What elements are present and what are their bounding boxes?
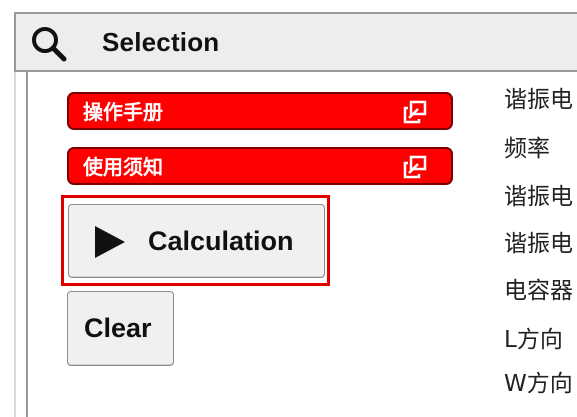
panel-outer-border [14, 72, 16, 417]
search-icon[interactable] [28, 24, 72, 64]
notice-link-button[interactable]: 使用须知 [67, 147, 453, 185]
panel-inner-border [26, 72, 28, 417]
panel-title: Selection [102, 27, 220, 57]
manual-link-label: 操作手册 [83, 100, 163, 124]
property-label: W方向 [504, 371, 573, 397]
property-label: 谐振电 [504, 87, 573, 113]
property-label: 频率 [504, 136, 550, 162]
clear-button[interactable]: Clear [67, 291, 174, 366]
property-label-column: 谐振电 频率 谐振电 谐振电 电容器 L方向 W方向 [500, 72, 577, 417]
calculation-button[interactable]: Calculation [68, 204, 325, 278]
manual-link-button[interactable]: 操作手册 [67, 92, 453, 130]
property-label: 谐振电 [504, 184, 573, 210]
notice-link-label: 使用须知 [83, 155, 163, 179]
panel-header: Selection [14, 12, 577, 72]
external-link-icon [403, 155, 427, 179]
property-label: 电容器 [504, 278, 573, 304]
property-label: 谐振电 [504, 231, 573, 257]
calculation-button-label: Calculation [148, 226, 294, 256]
clear-button-label: Clear [84, 313, 152, 343]
property-label: L方向 [504, 327, 563, 353]
external-link-icon [403, 100, 427, 124]
play-icon [95, 226, 125, 258]
